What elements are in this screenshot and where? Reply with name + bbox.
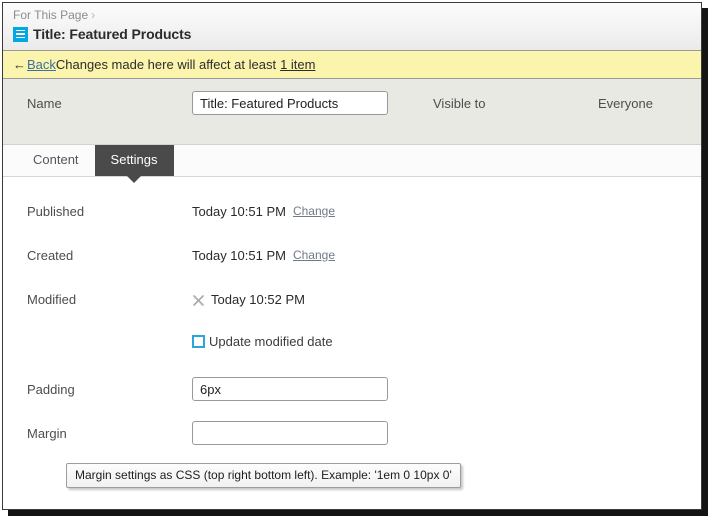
update-modified-checkbox[interactable] — [192, 334, 205, 348]
back-link[interactable]: Back — [27, 57, 56, 72]
list-block-icon — [13, 26, 28, 42]
created-value-group: Today 10:51 PM Change — [192, 248, 335, 263]
name-band: Name Visible to Everyone — [3, 79, 701, 145]
row-margin: Margin — [3, 411, 701, 455]
row-created: Created Today 10:51 PM Change — [3, 233, 701, 277]
tab-bar: Content Settings — [3, 145, 701, 183]
modified-label: Modified — [27, 291, 77, 307]
notice-message: Changes made here will affect at least — [55, 57, 277, 72]
breadcrumb-item-for-this-page[interactable]: For This Page — [13, 8, 88, 22]
margin-label: Margin — [27, 425, 67, 441]
screenshot-root: For This Page › Title: Featured Products … — [0, 0, 713, 522]
warning-notice-bar: ← Back Changes made here will affect at le… — [3, 51, 701, 79]
page-title: Title: Featured Products — [33, 26, 192, 42]
row-padding: Padding — [3, 367, 701, 411]
modified-value-group: Today 10:52 PM — [192, 292, 305, 307]
settings-form: Published Today 10:51 PM Change Created … — [3, 189, 701, 509]
published-change-link[interactable]: Change — [293, 204, 335, 218]
name-input[interactable] — [192, 91, 388, 115]
row-update-modified: Update modified date — [3, 321, 701, 361]
margin-tooltip: Margin settings as CSS (top right bottom… — [66, 463, 461, 488]
breadcrumb: For This Page › — [13, 8, 691, 23]
margin-input[interactable] — [192, 421, 388, 445]
tab-settings[interactable]: Settings — [94, 145, 174, 183]
name-label: Name — [27, 95, 62, 111]
visible-to-label: Visible to — [433, 95, 486, 111]
chevron-right-icon: › — [91, 8, 96, 22]
update-modified-label[interactable]: Update modified date — [209, 334, 333, 349]
row-modified: Modified Today 10:52 PM — [3, 277, 701, 321]
pin-crossed-icon — [192, 294, 205, 307]
visible-to-value: Everyone — [598, 95, 653, 111]
published-label: Published — [27, 203, 85, 219]
row-published: Published Today 10:51 PM Change — [3, 189, 701, 233]
dialog-header: For This Page › Title: Featured Products — [3, 3, 701, 51]
tab-content[interactable]: Content — [17, 145, 95, 176]
published-value-group: Today 10:51 PM Change — [192, 204, 335, 219]
created-change-link[interactable]: Change — [293, 248, 335, 262]
arrow-left-icon: ← — [13, 57, 26, 72]
padding-label: Padding — [27, 381, 75, 397]
settings-dialog-window: For This Page › Title: Featured Products … — [2, 2, 702, 510]
affected-item-link[interactable]: 1 item — [280, 57, 315, 72]
published-value: Today 10:51 PM — [192, 203, 286, 219]
modified-value: Today 10:52 PM — [211, 291, 305, 307]
padding-input[interactable] — [192, 377, 388, 401]
page-title-row: Title: Featured Products — [13, 26, 691, 42]
created-label: Created — [27, 247, 74, 263]
created-value: Today 10:51 PM — [192, 247, 286, 263]
